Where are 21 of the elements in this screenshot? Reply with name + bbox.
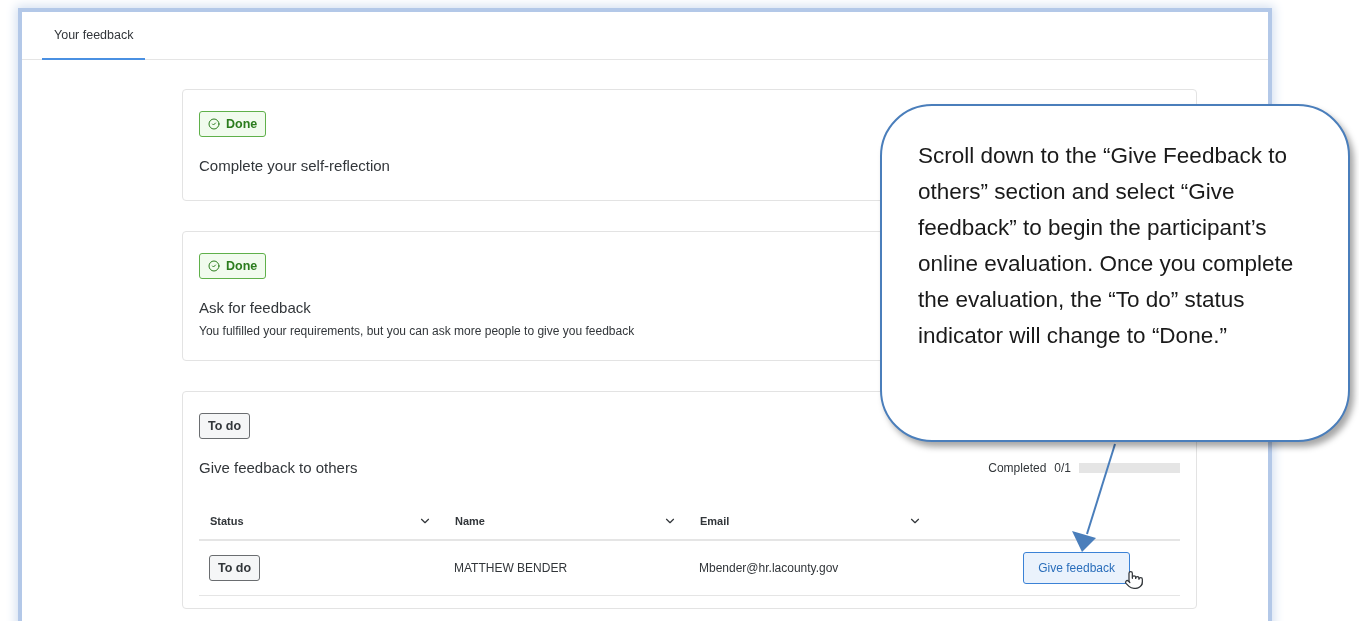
completed-count: 0/1	[1054, 460, 1071, 475]
check-circle-icon	[208, 118, 220, 130]
column-header[interactable]: Email	[689, 513, 934, 528]
column-header[interactable]: Status	[199, 513, 444, 528]
completed-label: Completed	[988, 460, 1047, 475]
column-header[interactable]: Name	[444, 513, 689, 528]
status-badge: Done	[199, 111, 267, 137]
status-badge: To do	[209, 555, 261, 581]
give-feedback-button[interactable]: Give feedback	[1023, 552, 1130, 584]
task-title: Give feedback to others	[199, 459, 358, 476]
check-circle-icon	[208, 260, 220, 272]
status-badge: To do	[199, 413, 251, 439]
callout-text: Scroll down to the “Give Feedback to others” section and select “Give feedback” to begin the participant’s online evaluation. Once you complete the evaluation, the “To do” status indicator will change to “Done.”	[880, 104, 1350, 442]
status-badge: Done	[199, 253, 267, 279]
hand-cursor-icon	[1124, 570, 1144, 590]
task-title: Ask for feedback	[199, 299, 311, 316]
task-title: Complete your self-reflection	[199, 157, 390, 174]
table-cell-text: Mbender@hr.lacounty.gov	[698, 561, 840, 575]
task-description: You fulfilled your requirements, but you can ask more people to give you feedback	[199, 324, 635, 338]
table-cell-text: MATTHEW BENDER	[453, 561, 569, 575]
tab[interactable]: Your feedback	[42, 12, 146, 60]
